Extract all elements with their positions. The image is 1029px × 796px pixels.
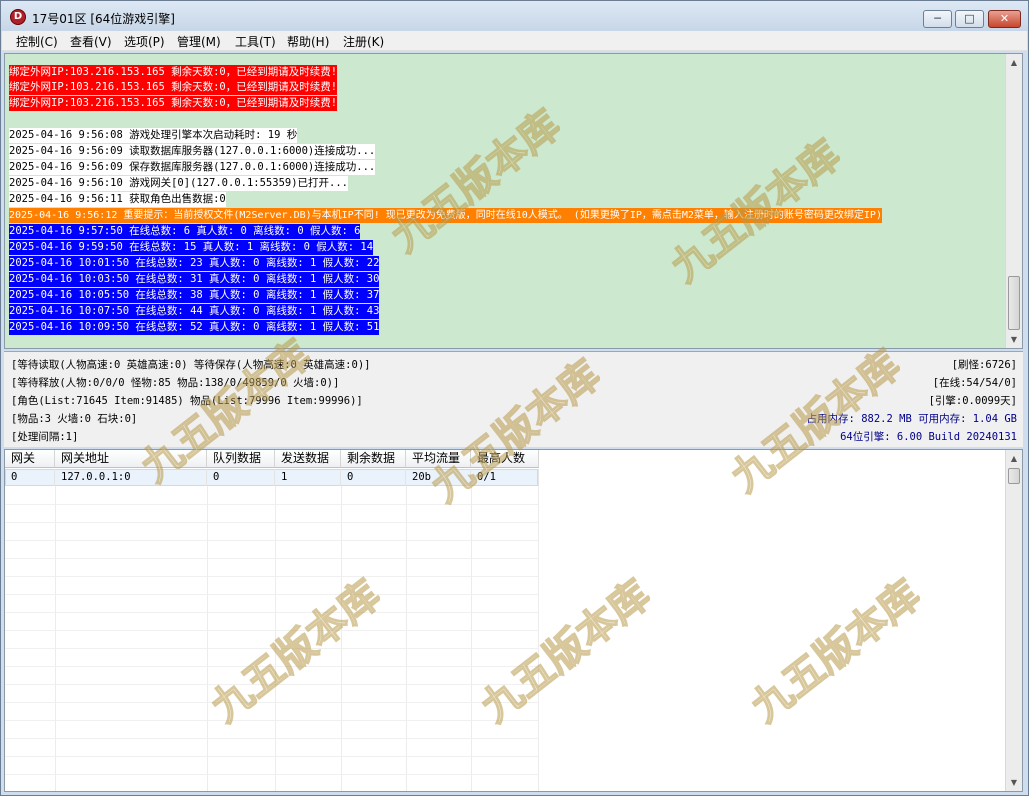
log-line: 绑定外网IP:103.216.153.165 剩余天数:0，已经到期请及时续费! bbox=[9, 96, 338, 111]
log-line: 2025-04-16 9:56:09 读取数据库服务器(127.0.0.1:60… bbox=[9, 144, 376, 159]
title-bar[interactable]: D 17号01区 [64位游戏引擎] ─ □ ✕ bbox=[1, 1, 1028, 31]
minimize-icon: ─ bbox=[934, 12, 941, 25]
menu-help[interactable]: 帮助(H) bbox=[286, 33, 330, 50]
log-line: 2025-04-16 10:03:50 在线总数: 31 真人数: 0 离线数:… bbox=[9, 272, 380, 287]
scroll-down-icon[interactable]: ▼ bbox=[1006, 774, 1022, 791]
grid-line bbox=[5, 576, 538, 577]
cell-remaining: 0 bbox=[341, 469, 406, 486]
close-icon: ✕ bbox=[999, 12, 1010, 25]
grid-line bbox=[5, 666, 538, 667]
grid-line bbox=[471, 486, 472, 791]
log-line: 2025-04-16 10:07:50 在线总数: 44 真人数: 0 离线数:… bbox=[9, 304, 380, 319]
grid-line bbox=[5, 612, 538, 613]
close-button[interactable]: ✕ bbox=[988, 10, 1021, 28]
menu-bar: 控制(C) 查看(V) 选项(P) 管理(M) 工具(T) 帮助(H) 注册(K… bbox=[2, 31, 1027, 51]
cell-avg-traffic: 20b bbox=[406, 469, 471, 486]
status-release: [等待释放(人物:0/0/0 怪物:85 物品:138/0/49859/0 火墙… bbox=[11, 377, 340, 389]
log-line-warning: 2025-04-16 9:56:12 重要提示：当前授权文件(M2Server.… bbox=[9, 208, 882, 223]
log-panel[interactable]: 绑定外网IP:103.216.153.165 剩余天数:0，已经到期请及时续费!… bbox=[4, 53, 1023, 349]
status-items: [物品:3 火墙:0 石块:0] bbox=[11, 413, 138, 425]
grid-line bbox=[55, 486, 56, 791]
col-header-sent[interactable]: 发送数据 bbox=[275, 450, 341, 468]
log-line: 2025-04-16 9:56:09 保存数据库服务器(127.0.0.1:60… bbox=[9, 160, 376, 175]
log-line: 2025-04-16 9:56:10 游戏网关[0](127.0.0.1:553… bbox=[9, 176, 349, 191]
menu-register[interactable]: 注册(K) bbox=[342, 33, 385, 50]
menu-options[interactable]: 选项(P) bbox=[123, 33, 166, 50]
cell-sent: 1 bbox=[275, 469, 341, 486]
grid-line bbox=[5, 540, 538, 541]
col-header-max-users[interactable]: 最高人数 bbox=[471, 450, 539, 468]
grid-line bbox=[5, 684, 538, 685]
status-interval: [处理间隔:1] bbox=[11, 431, 79, 443]
grid-line bbox=[5, 774, 538, 775]
status-panel: [等待读取(人物高速:0 英雄高速:0) 等待保存(人物高速:0 英雄高速:0)… bbox=[4, 351, 1023, 447]
log-line: 绑定外网IP:103.216.153.165 剩余天数:0，已经到期请及时续费! bbox=[9, 65, 338, 80]
col-header-gateway[interactable]: 网关 bbox=[5, 450, 55, 468]
log-line: 2025-04-16 10:09:50 在线总数: 52 真人数: 0 离线数:… bbox=[9, 320, 380, 335]
grid-line bbox=[275, 486, 276, 791]
app-logo-icon[interactable]: D bbox=[10, 9, 26, 25]
menu-tools[interactable]: 工具(T) bbox=[234, 33, 277, 50]
gateway-table[interactable]: 网关 网关地址 队列数据 发送数据 剩余数据 平均流量 最高人数 0 127.0… bbox=[4, 449, 1023, 792]
grid-line bbox=[341, 486, 342, 791]
window-title: 17号01区 [64位游戏引擎] bbox=[32, 12, 175, 26]
col-header-avg-traffic[interactable]: 平均流量 bbox=[406, 450, 471, 468]
grid-line bbox=[538, 486, 539, 791]
status-online: [在线:54/54/0] bbox=[932, 377, 1017, 389]
scroll-up-icon[interactable]: ▲ bbox=[1006, 54, 1022, 71]
scroll-up-icon[interactable]: ▲ bbox=[1006, 450, 1022, 467]
status-read-save: [等待读取(人物高速:0 英雄高速:0) 等待保存(人物高速:0 英雄高速:0)… bbox=[11, 359, 371, 371]
menu-control[interactable]: 控制(C) bbox=[15, 33, 59, 50]
cell-address: 127.0.0.1:0 bbox=[55, 469, 207, 486]
log-line: 2025-04-16 9:57:50 在线总数: 6 真人数: 0 离线数: 0… bbox=[9, 224, 361, 239]
grid-line bbox=[5, 738, 538, 739]
log-line: 2025-04-16 10:01:50 在线总数: 23 真人数: 0 离线数:… bbox=[9, 256, 380, 271]
grid-line bbox=[5, 756, 538, 757]
scroll-down-icon[interactable]: ▼ bbox=[1006, 331, 1022, 348]
cell-queue: 0 bbox=[207, 469, 275, 486]
log-line: 2025-04-16 10:05:50 在线总数: 38 真人数: 0 离线数:… bbox=[9, 288, 380, 303]
grid-line bbox=[5, 702, 538, 703]
log-line: 2025-04-16 9:59:50 在线总数: 15 真人数: 1 离线数: … bbox=[9, 240, 374, 255]
status-memory: 占用内存: 882.2 MB 可用内存: 1.04 GB bbox=[806, 413, 1017, 425]
grid-line bbox=[406, 486, 407, 791]
log-line: 2025-04-16 9:56:08 游戏处理引擎本次启动耗时: 19 秒 bbox=[9, 128, 298, 143]
grid-line bbox=[5, 522, 538, 523]
log-line: 2025-04-16 9:56:11 获取角色出售数据:0 bbox=[9, 192, 226, 207]
col-header-queue[interactable]: 队列数据 bbox=[207, 450, 275, 468]
scroll-thumb[interactable] bbox=[1008, 468, 1020, 484]
col-header-address[interactable]: 网关地址 bbox=[55, 450, 207, 468]
grid-line bbox=[207, 486, 208, 791]
grid-line bbox=[5, 558, 538, 559]
scroll-thumb[interactable] bbox=[1008, 276, 1020, 330]
cell-gateway: 0 bbox=[5, 469, 55, 486]
status-role-items: [角色(List:71645 Item:91485) 物品(List:79996… bbox=[11, 395, 363, 407]
log-scrollbar[interactable]: ▲ ▼ bbox=[1005, 54, 1022, 348]
menu-view[interactable]: 查看(V) bbox=[69, 33, 113, 50]
main-window: D 17号01区 [64位游戏引擎] ─ □ ✕ 控制(C) 查看(V) 选项(… bbox=[0, 0, 1029, 796]
log-line: 绑定外网IP:103.216.153.165 剩余天数:0，已经到期请及时续费! bbox=[9, 80, 338, 95]
status-refresh: [刷怪:6726] bbox=[951, 359, 1017, 371]
table-scrollbar[interactable]: ▲ ▼ bbox=[1005, 450, 1022, 791]
grid-line bbox=[5, 630, 538, 631]
maximize-icon: □ bbox=[964, 12, 975, 25]
grid-line bbox=[5, 504, 538, 505]
cell-max-users: 0/1 bbox=[471, 469, 539, 486]
menu-manage[interactable]: 管理(M) bbox=[176, 33, 222, 50]
grid-line bbox=[5, 648, 538, 649]
status-build: 64位引擎: 6.00 Build 20240131 bbox=[840, 431, 1017, 443]
minimize-button[interactable]: ─ bbox=[923, 10, 952, 28]
maximize-button[interactable]: □ bbox=[955, 10, 984, 28]
grid-line bbox=[5, 720, 538, 721]
col-header-remaining[interactable]: 剩余数据 bbox=[341, 450, 406, 468]
grid-line bbox=[5, 594, 538, 595]
status-engine-days: [引擎:0.0099天] bbox=[928, 395, 1017, 407]
